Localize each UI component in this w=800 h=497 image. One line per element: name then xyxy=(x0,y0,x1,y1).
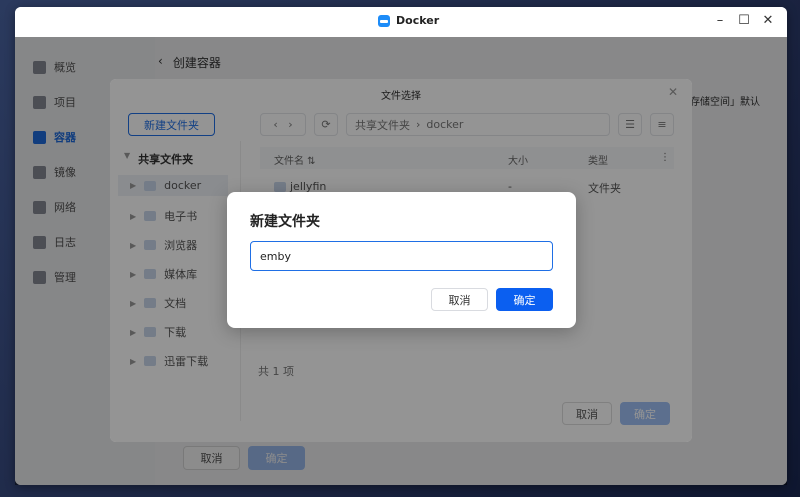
new-folder-dialog: 新建文件夹 取消 确定 xyxy=(227,192,576,328)
minimize-icon[interactable]: – xyxy=(712,13,728,28)
title-bar: Docker – ☐ ✕ xyxy=(15,7,787,37)
close-icon[interactable]: ✕ xyxy=(760,13,776,28)
cancel-button[interactable]: 取消 xyxy=(431,288,488,311)
confirm-button[interactable]: 确定 xyxy=(496,288,553,311)
maximize-icon[interactable]: ☐ xyxy=(736,13,752,28)
app-title: Docker xyxy=(378,14,439,27)
folder-name-input[interactable] xyxy=(250,241,553,271)
docker-logo-icon xyxy=(378,14,390,27)
dialog-title: 新建文件夹 xyxy=(250,214,320,230)
app-name: Docker xyxy=(396,14,440,27)
